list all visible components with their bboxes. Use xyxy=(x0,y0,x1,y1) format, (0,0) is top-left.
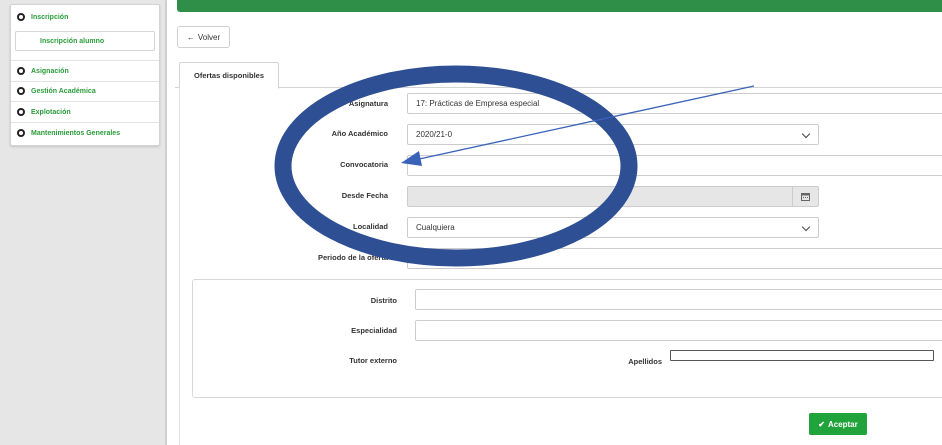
apellidos-label: Apellidos xyxy=(628,357,662,366)
sidebar-item-asignacion[interactable]: Asignación xyxy=(17,65,69,77)
desde-fecha-field[interactable] xyxy=(407,186,793,207)
distrito-field[interactable] xyxy=(415,289,942,310)
especialidad-field[interactable] xyxy=(415,320,942,341)
distrito-label: Distrito xyxy=(370,296,397,305)
chevron-down-icon xyxy=(801,222,811,232)
convocatoria-label: Convocatoria xyxy=(340,160,388,169)
asignatura-label: Asignatura xyxy=(348,99,388,108)
chevron-down-icon xyxy=(801,129,811,139)
sidebar-item-inscripcion[interactable]: Inscripción xyxy=(17,11,68,23)
circle-plus-icon xyxy=(17,67,25,75)
localidad-select[interactable]: Cualquiera xyxy=(407,217,819,238)
accept-button[interactable]: ✔ Aceptar xyxy=(809,413,867,435)
header-bar xyxy=(177,0,942,12)
sidebar-subitem-inscripcion-alumno[interactable]: Inscripción alumno xyxy=(15,31,155,51)
back-button[interactable]: ← Volver xyxy=(177,26,230,48)
circle-plus-icon xyxy=(17,87,25,95)
sidebar-item-mantenimientos-generales[interactable]: Mantenimientos Generales xyxy=(17,127,120,139)
sidebar-item-label: Gestión Académica xyxy=(31,87,96,95)
tutor-externo-label: Tutor externo xyxy=(349,356,397,365)
apellidos-field[interactable] xyxy=(670,350,934,361)
sidebar-menu: Inscripción Inscripción alumno Asignació… xyxy=(10,4,160,146)
sidebar-item-label: Inscripción xyxy=(31,13,69,21)
circle-plus-icon xyxy=(17,108,25,116)
tab-bar: Ofertas disponibles xyxy=(175,62,942,89)
anio-academico-label: Año Académico xyxy=(331,129,388,138)
divider xyxy=(11,122,159,123)
divider xyxy=(11,101,159,102)
circle-plus-icon xyxy=(17,129,25,137)
divider xyxy=(11,81,159,82)
sidebar-item-label: Mantenimientos Generales xyxy=(31,129,121,137)
calendar-button[interactable] xyxy=(793,186,819,207)
sidebar: Inscripción Inscripción alumno Asignació… xyxy=(0,0,167,445)
sidebar-item-label: Explotación xyxy=(31,108,71,116)
tab-ofertas-disponibles[interactable]: Ofertas disponibles xyxy=(179,62,279,89)
divider xyxy=(11,60,159,61)
sidebar-item-label: Asignación xyxy=(31,67,69,75)
calendar-icon xyxy=(801,193,810,201)
localidad-label: Localidad xyxy=(352,222,388,231)
check-icon: ✔ xyxy=(818,419,825,429)
arrow-left-icon: ← xyxy=(186,32,195,42)
desde-fecha-label: Desde Fecha xyxy=(341,191,388,200)
anio-academico-select[interactable]: 2020/21-0 xyxy=(407,124,819,145)
convocatoria-field[interactable] xyxy=(407,155,942,176)
asignatura-field[interactable]: 17: Prácticas de Empresa especial xyxy=(407,93,942,114)
periodo-select[interactable]: Cualquiera xyxy=(407,248,942,269)
sidebar-item-explotacion[interactable]: Explotación xyxy=(17,106,71,118)
especialidad-label: Especialidad xyxy=(351,326,397,335)
periodo-label: Periodo de la oferta xyxy=(317,253,388,262)
circle-minus-icon xyxy=(17,13,25,21)
sidebar-item-gestion-academica[interactable]: Gestión Académica xyxy=(17,85,96,97)
